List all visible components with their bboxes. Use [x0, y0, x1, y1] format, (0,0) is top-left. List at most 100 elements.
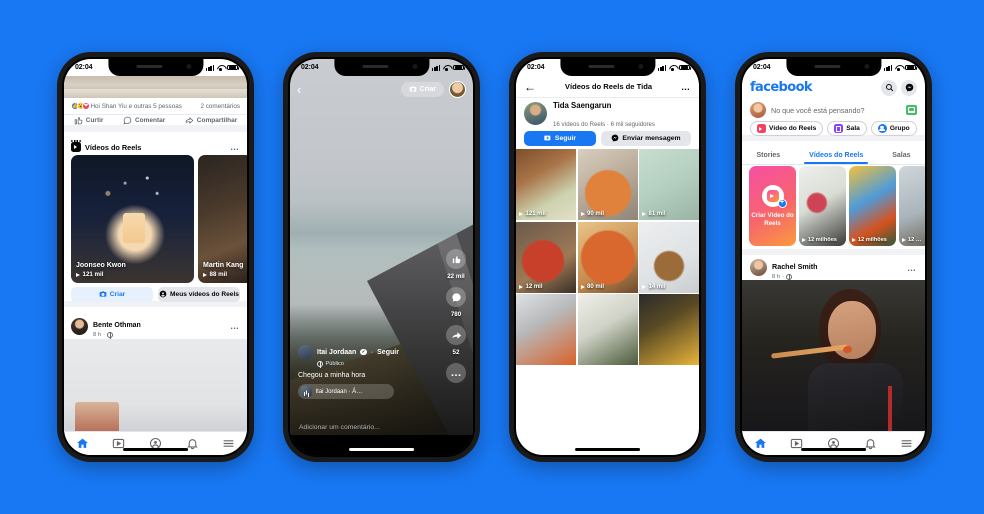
- status-time: 02:04: [527, 64, 545, 71]
- phone-4-facebook-home: 02:04 facebook No que você está pensando…: [735, 52, 932, 462]
- comment-button[interactable]: [446, 287, 466, 307]
- grid-cell[interactable]: 81 mil: [639, 149, 699, 220]
- phone-3-reels-profile: 02:04 ← Vídeos do Reels de Tida … Tida S…: [509, 52, 706, 462]
- notch: [559, 59, 656, 76]
- verified-badge-icon: ✓: [360, 348, 367, 356]
- play-icon: [203, 272, 207, 277]
- messenger-icon: [905, 83, 913, 92]
- wifi-icon: [895, 65, 903, 71]
- phone-4-bezel: 02:04 facebook No que você está pensando…: [740, 57, 927, 457]
- signal-icon: [658, 64, 666, 71]
- follow-button[interactable]: Seguir: [524, 130, 596, 146]
- grid-cell[interactable]: 14 mil: [639, 221, 699, 293]
- nav-home[interactable]: [76, 437, 89, 450]
- comment-input[interactable]: Adicionar um comentário...: [290, 418, 473, 437]
- grid-cell[interactable]: 80 mil: [577, 221, 638, 293]
- reels-carousel[interactable]: + Criar Vídeo do Reels 12 milhões 12 mil…: [749, 166, 925, 246]
- reels-carousel[interactable]: Joonseo Kwon 121 mil Martin Kang 88 mil: [71, 155, 247, 283]
- like-label: Curtir: [85, 116, 104, 124]
- back-chevron-icon[interactable]: ‹: [297, 83, 301, 96]
- grid-cell[interactable]: 12 mil: [516, 221, 576, 293]
- feed-photo-top: [64, 76, 247, 98]
- reel-author: Joonseo Kwon: [76, 262, 126, 269]
- reel-views: 14 mil: [642, 284, 666, 290]
- reel-audio-chip[interactable]: Itai Jordaan · Á…: [298, 384, 394, 399]
- comment-count[interactable]: 2 comentários: [200, 103, 240, 110]
- post-overflow[interactable]: …: [907, 263, 917, 273]
- reels-action-buttons: Criar Meus vídeos do Reels: [64, 286, 247, 307]
- back-arrow-icon[interactable]: ←: [524, 81, 536, 93]
- nav-home[interactable]: [754, 437, 767, 450]
- reel-views: 90 mil: [580, 211, 604, 217]
- reel-card[interactable]: Martin Kang 88 mil: [198, 155, 247, 283]
- search-icon: [885, 84, 893, 92]
- grid-cell[interactable]: 90 mil: [577, 149, 638, 220]
- my-reels-button[interactable]: Meus vídeos do Reels: [158, 286, 240, 302]
- photo-icon[interactable]: [906, 105, 917, 115]
- share-button[interactable]: Compartilhar: [185, 116, 237, 125]
- messenger-button[interactable]: [901, 79, 917, 96]
- tab-rooms[interactable]: Salas: [892, 152, 910, 159]
- create-reel-button[interactable]: Criar: [71, 286, 153, 302]
- like-button[interactable]: Curtir: [74, 116, 104, 125]
- follow-button[interactable]: Seguir: [377, 349, 399, 356]
- create-reel-button[interactable]: Criar: [400, 81, 444, 97]
- message-button[interactable]: Enviar mensagem: [601, 130, 691, 146]
- avatar[interactable]: [750, 259, 767, 276]
- reel-card[interactable]: 12 milhões: [849, 166, 896, 246]
- avatar[interactable]: [71, 317, 88, 335]
- group-icon: [877, 123, 887, 133]
- room-pill[interactable]: Sala: [827, 120, 867, 136]
- grid-cell[interactable]: [577, 294, 638, 365]
- composer-placeholder: No que você está pensando?: [771, 105, 865, 115]
- share-button[interactable]: [446, 325, 466, 345]
- post-author[interactable]: Rachel Smith: [772, 262, 818, 271]
- reel-views: 121 mil: [519, 211, 546, 217]
- reels-tray-overflow[interactable]: …: [230, 142, 240, 152]
- avatar[interactable]: [449, 80, 466, 98]
- header-overflow[interactable]: …: [681, 82, 691, 92]
- more-button[interactable]: …: [446, 363, 466, 383]
- reel-author-name[interactable]: Itai Jordaan: [317, 349, 356, 356]
- avatar[interactable]: [524, 101, 547, 125]
- create-reel-card[interactable]: + Criar Vídeo do Reels: [749, 166, 796, 246]
- reaction-icons: 👍 😮 ❤: [71, 102, 90, 110]
- feed-post-header: Rachel Smith 8 h · …: [742, 255, 925, 281]
- post-reaction-row[interactable]: 👍 😮 ❤ Hoi Shan Yiu e outras 5 pessoas 2 co…: [64, 98, 247, 115]
- grid-cell[interactable]: [516, 294, 576, 365]
- post-author[interactable]: Bente Othman: [93, 322, 141, 329]
- phone-3-bezel: 02:04 ← Vídeos do Reels de Tida … Tida S…: [514, 57, 701, 457]
- reel-pill[interactable]: Vídeo do Reels: [750, 120, 824, 136]
- avatar[interactable]: [750, 102, 766, 118]
- reels-top-bar: ‹ Criar: [290, 78, 473, 100]
- share-icon: [185, 116, 194, 124]
- reel-card[interactable]: 12 milhões: [799, 166, 846, 246]
- nav-menu[interactable]: [222, 437, 235, 450]
- nav-menu[interactable]: [900, 437, 913, 450]
- comment-button[interactable]: Comentar: [123, 116, 165, 125]
- reel-card[interactable]: Joonseo Kwon 121 mil: [71, 155, 194, 283]
- play-icon: [902, 238, 906, 242]
- composer-input[interactable]: No que você está pensando?: [771, 106, 901, 115]
- search-button[interactable]: [881, 79, 897, 96]
- reaction-names: Hoi Shan Yiu e outras 5 pessoas: [90, 102, 182, 110]
- hamburger-icon: [901, 440, 912, 447]
- group-pill[interactable]: Grupo: [870, 120, 917, 136]
- reel-card[interactable]: 12 …: [899, 166, 925, 246]
- tab-bar: Stories Vídeos do Reels Salas: [742, 147, 925, 165]
- feed-post-header: Bente Othman 8 h · …: [64, 313, 247, 339]
- reel-views: 12 mil: [519, 284, 543, 290]
- facebook-logo[interactable]: facebook: [750, 80, 813, 95]
- share-count: 52: [452, 349, 460, 356]
- tab-reels[interactable]: Vídeos do Reels: [804, 152, 869, 164]
- avatar[interactable]: [298, 344, 313, 360]
- post-overflow[interactable]: …: [230, 321, 240, 331]
- grid-cell[interactable]: 121 mil: [516, 149, 576, 220]
- tab-stories[interactable]: Stories: [756, 152, 780, 159]
- grid-cell[interactable]: [639, 294, 699, 365]
- like-button[interactable]: [446, 249, 466, 269]
- person-icon: [159, 290, 167, 298]
- group-pill-label: Grupo: [889, 124, 910, 132]
- home-icon: [76, 438, 88, 448]
- plus-icon: +: [777, 198, 787, 208]
